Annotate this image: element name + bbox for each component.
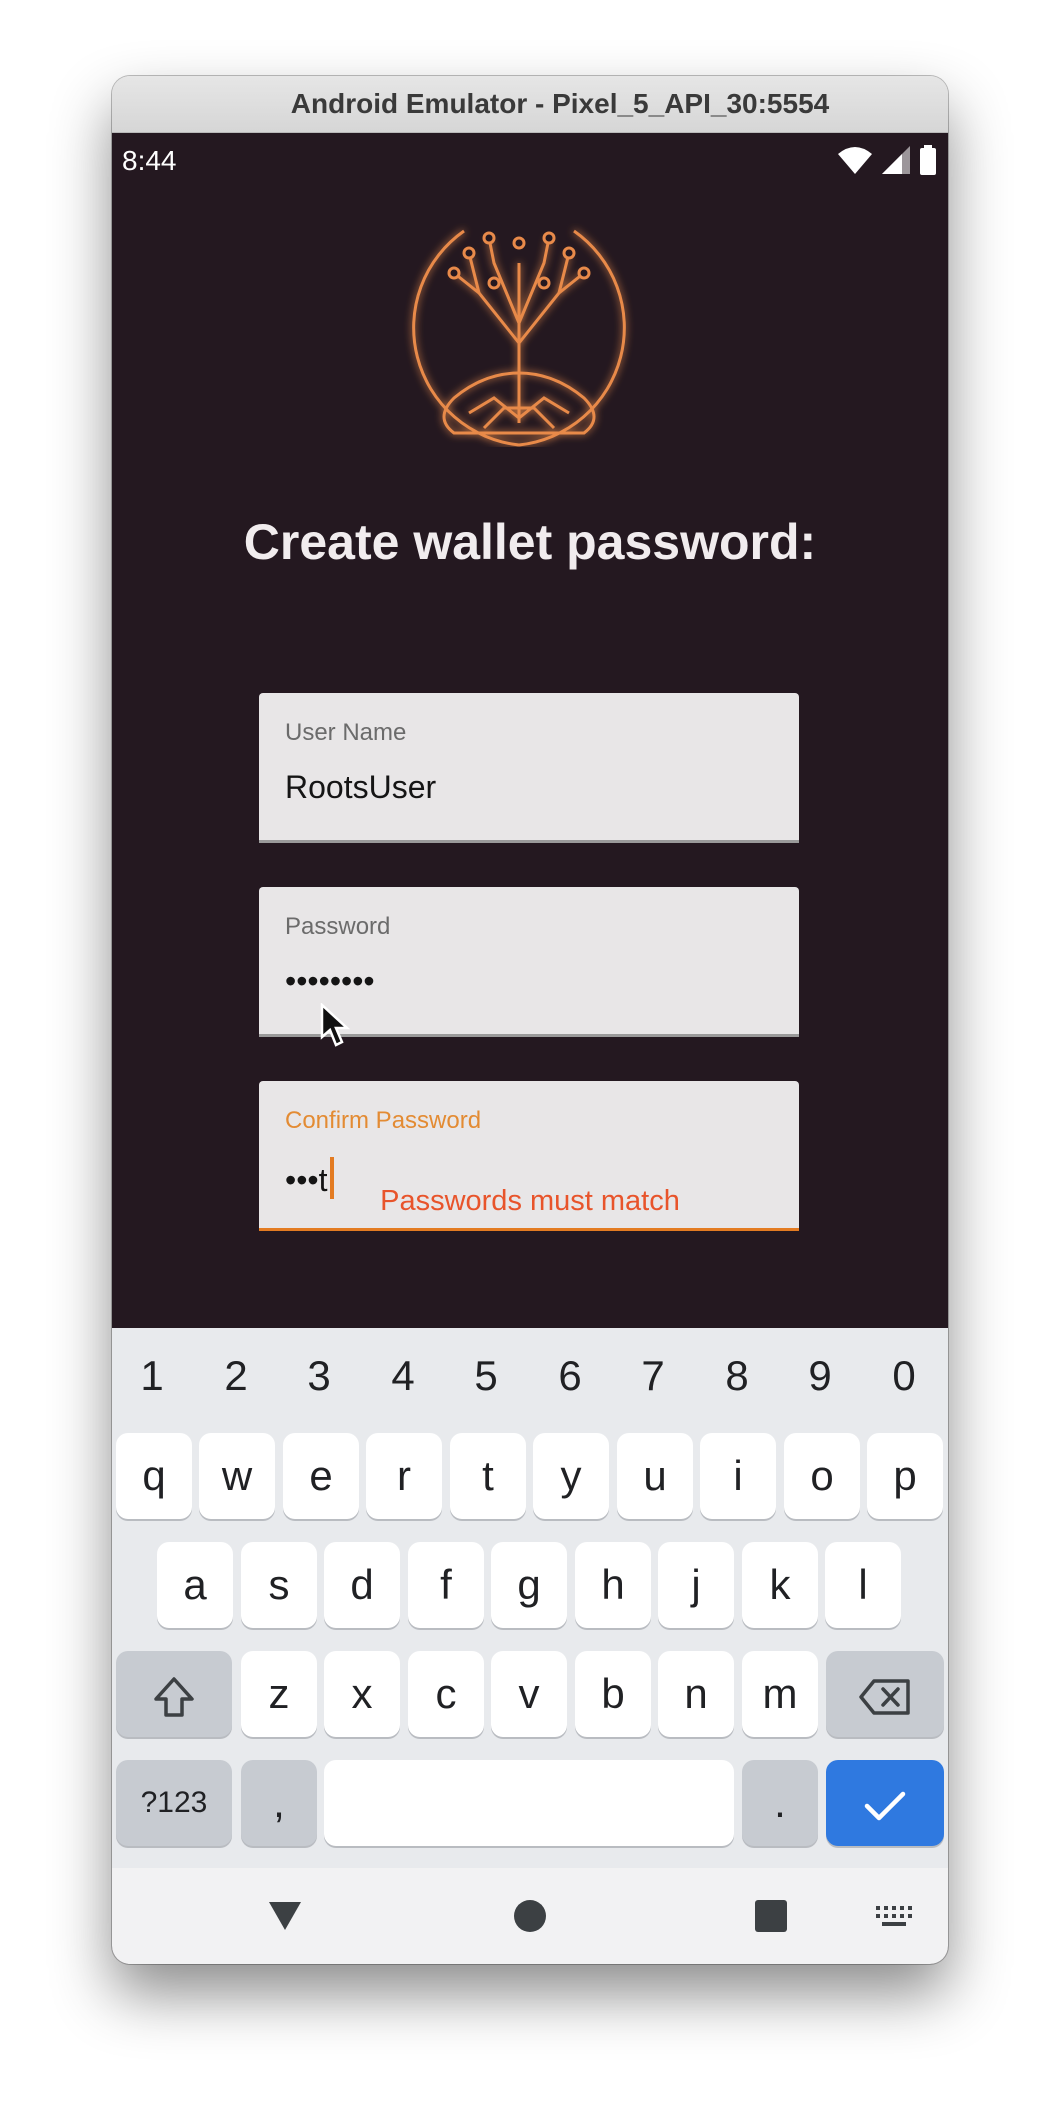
battery-icon <box>920 145 936 175</box>
key-p[interactable]: p <box>867 1433 943 1519</box>
key-y[interactable]: y <box>533 1433 609 1519</box>
password-label: Password <box>285 913 391 940</box>
status-time: 8:44 <box>122 145 177 176</box>
key-a[interactable]: a <box>157 1542 233 1628</box>
key-8[interactable]: 8 <box>697 1346 777 1406</box>
navigation-bar <box>112 1868 948 1964</box>
key-7[interactable]: 7 <box>613 1346 693 1406</box>
period-key[interactable]: . <box>742 1760 818 1846</box>
backspace-key[interactable] <box>826 1651 944 1737</box>
comma-key[interactable]: , <box>241 1760 317 1846</box>
key-b[interactable]: b <box>575 1651 651 1737</box>
key-h[interactable]: h <box>575 1542 651 1628</box>
shift-icon <box>154 1677 194 1717</box>
soft-keyboard: 1 2 3 4 5 6 7 8 9 0 q w e r t y u i o p <box>112 1328 948 1868</box>
key-6[interactable]: 6 <box>530 1346 610 1406</box>
wifi-icon <box>838 147 872 174</box>
space-key[interactable] <box>324 1760 734 1846</box>
backspace-icon <box>859 1679 910 1715</box>
username-field[interactable]: User Name RootsUser <box>259 693 799 843</box>
key-0[interactable]: 0 <box>864 1346 944 1406</box>
key-e[interactable]: e <box>283 1433 359 1519</box>
key-z[interactable]: z <box>241 1651 317 1737</box>
status-bar: 8:44 <box>112 133 948 187</box>
key-u[interactable]: u <box>617 1433 693 1519</box>
key-l[interactable]: l <box>825 1542 901 1628</box>
key-q[interactable]: q <box>116 1433 192 1519</box>
key-i[interactable]: i <box>700 1433 776 1519</box>
key-w[interactable]: w <box>199 1433 275 1519</box>
error-message: Passwords must match <box>380 1185 680 1217</box>
done-key[interactable] <box>826 1760 944 1846</box>
page-title: Create wallet password: <box>243 514 817 570</box>
mouse-pointer-icon <box>320 1003 350 1047</box>
key-j[interactable]: j <box>658 1542 734 1628</box>
number-row: 1 2 3 4 5 6 7 8 9 0 <box>112 1346 948 1406</box>
key-4[interactable]: 4 <box>363 1346 443 1406</box>
shift-key[interactable] <box>116 1651 232 1737</box>
roots-tree-logo <box>412 229 626 447</box>
home-circle-icon[interactable] <box>512 1898 548 1934</box>
key-f[interactable]: f <box>408 1542 484 1628</box>
key-5[interactable]: 5 <box>446 1346 526 1406</box>
key-r[interactable]: r <box>366 1433 442 1519</box>
check-icon <box>864 1791 906 1821</box>
key-s[interactable]: s <box>241 1542 317 1628</box>
key-9[interactable]: 9 <box>780 1346 860 1406</box>
key-m[interactable]: m <box>742 1651 818 1737</box>
emulator-window: Android Emulator - Pixel_5_API_30:5554 8… <box>112 76 948 1964</box>
keyboard-icon[interactable] <box>876 1906 912 1928</box>
recents-square-icon[interactable] <box>754 1899 788 1933</box>
key-c[interactable]: c <box>408 1651 484 1737</box>
key-v[interactable]: v <box>491 1651 567 1737</box>
username-value: RootsUser <box>285 769 437 805</box>
symbols-key[interactable]: ?123 <box>116 1760 232 1846</box>
status-icons <box>838 145 936 175</box>
key-t[interactable]: t <box>450 1433 526 1519</box>
confirm-password-label: Confirm Password <box>285 1107 482 1134</box>
key-g[interactable]: g <box>491 1542 567 1628</box>
username-label: User Name <box>285 719 407 746</box>
key-x[interactable]: x <box>324 1651 400 1737</box>
key-3[interactable]: 3 <box>279 1346 359 1406</box>
signal-icon <box>882 146 910 174</box>
password-value: •••••••• <box>285 963 375 999</box>
window-titlebar[interactable]: Android Emulator - Pixel_5_API_30:5554 <box>112 76 948 133</box>
key-d[interactable]: d <box>324 1542 400 1628</box>
back-triangle-icon[interactable] <box>267 1900 303 1932</box>
window-title: Android Emulator - Pixel_5_API_30:5554 <box>290 88 830 119</box>
key-2[interactable]: 2 <box>196 1346 276 1406</box>
phone-screen: 8:44 Create wallet password: User Name R… <box>112 133 948 1964</box>
key-n[interactable]: n <box>658 1651 734 1737</box>
key-1[interactable]: 1 <box>112 1346 192 1406</box>
key-o[interactable]: o <box>784 1433 860 1519</box>
key-k[interactable]: k <box>742 1542 818 1628</box>
